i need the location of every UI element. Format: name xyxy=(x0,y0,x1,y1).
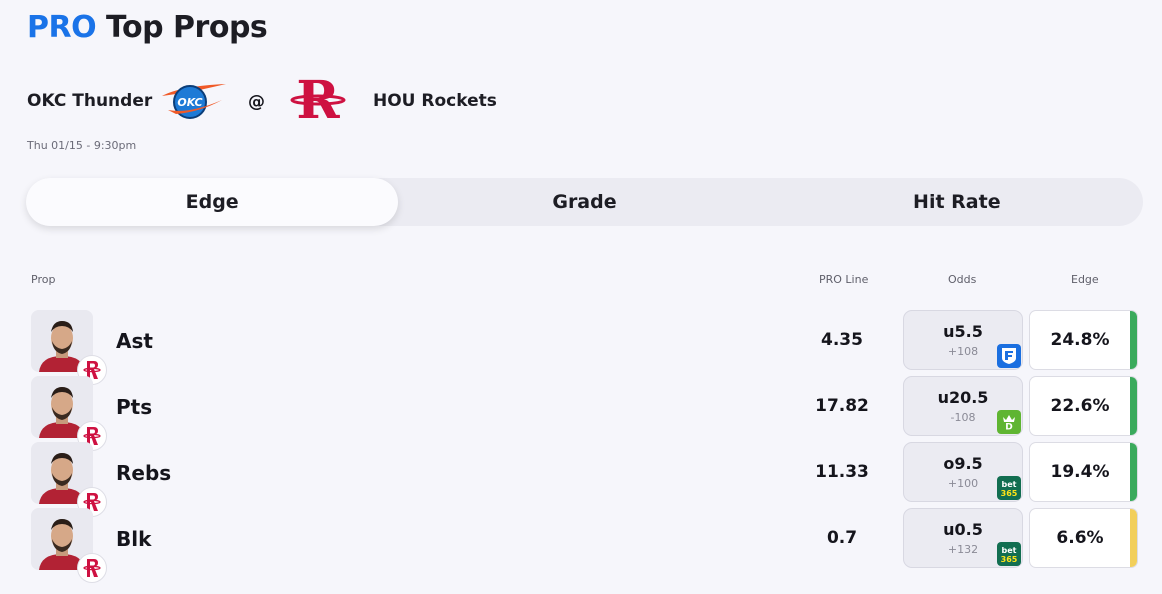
odds-button[interactable]: u20.5 -108 D xyxy=(903,376,1023,436)
table-row[interactable]: Ast 4.35 u5.5 +108 24.8% xyxy=(0,310,1162,385)
edge-cell: 24.8% xyxy=(1029,310,1138,370)
prop-stat-label: Pts xyxy=(116,395,153,419)
svg-text:bet: bet xyxy=(1002,480,1017,489)
edge-cell: 22.6% xyxy=(1029,376,1138,436)
table-row[interactable]: Pts 17.82 u20.5 -108 D 22.6% xyxy=(0,376,1162,451)
svg-text:D: D xyxy=(1005,423,1012,432)
odds-button[interactable]: u0.5 +132 bet 365 xyxy=(903,508,1023,568)
edge-value: 19.4% xyxy=(1050,462,1110,482)
tab-hit-rate[interactable]: Hit Rate xyxy=(771,178,1143,226)
okc-thunder-logo[interactable]: OKC xyxy=(160,78,228,122)
svg-text:365: 365 xyxy=(1001,555,1018,564)
odds-line: u5.5 xyxy=(943,322,983,341)
pro-label: PRO xyxy=(27,10,97,45)
odds-line: u20.5 xyxy=(937,388,989,407)
svg-text:365: 365 xyxy=(1001,489,1018,498)
column-header-prop: Prop xyxy=(31,273,56,286)
fanduel-icon xyxy=(997,344,1021,368)
matchup: OKC Thunder OKC @ R HOU Rockets xyxy=(27,66,627,136)
odds-button[interactable]: o9.5 +100 bet 365 xyxy=(903,442,1023,502)
prop-stat-label: Ast xyxy=(116,329,153,353)
edge-value: 6.6% xyxy=(1056,528,1104,548)
prop-stat-label: Rebs xyxy=(116,461,172,485)
edge-indicator-bar xyxy=(1130,509,1137,567)
edge-value: 24.8% xyxy=(1050,330,1110,350)
rockets-team-icon xyxy=(77,553,107,583)
edge-cell: 19.4% xyxy=(1029,442,1138,502)
edge-value: 22.6% xyxy=(1050,396,1110,416)
odds-line: u0.5 xyxy=(943,520,983,539)
at-symbol: @ xyxy=(248,92,265,112)
game-datetime: Thu 01/15 - 9:30pm xyxy=(27,139,137,152)
bet365-icon: bet 365 xyxy=(997,542,1021,566)
bet365-icon: bet 365 xyxy=(997,476,1021,500)
pro-line-value: 4.35 xyxy=(821,330,863,350)
home-team-name[interactable]: HOU Rockets xyxy=(373,91,497,111)
page-title: PRO Top Props xyxy=(27,10,268,45)
table-row[interactable]: Rebs 11.33 o9.5 +100 bet 365 19.4% xyxy=(0,442,1162,517)
away-team-name[interactable]: OKC Thunder xyxy=(27,91,152,111)
svg-text:bet: bet xyxy=(1002,546,1017,555)
prop-stat-label: Blk xyxy=(116,527,152,551)
pro-line-value: 11.33 xyxy=(815,462,869,482)
tab-grade[interactable]: Grade xyxy=(398,178,770,226)
hou-logo-text: R xyxy=(296,70,340,131)
edge-indicator-bar xyxy=(1130,311,1137,369)
pro-line-value: 0.7 xyxy=(826,528,858,548)
edge-indicator-bar xyxy=(1130,377,1137,435)
okc-logo-text: OKC xyxy=(177,96,202,109)
edge-indicator-bar xyxy=(1130,443,1137,501)
table-row[interactable]: Blk 0.7 u0.5 +132 bet 365 6.6% xyxy=(0,508,1162,583)
tab-edge[interactable]: Edge xyxy=(26,178,399,226)
column-header-odds: Odds xyxy=(948,273,977,286)
draftkings-icon: D xyxy=(997,410,1021,434)
edge-cell: 6.6% xyxy=(1029,508,1138,568)
column-header-edge: Edge xyxy=(1071,273,1099,286)
column-header-pro-line: PRO Line xyxy=(819,273,869,286)
odds-line: o9.5 xyxy=(943,454,983,473)
pro-line-value: 17.82 xyxy=(815,396,869,416)
odds-button[interactable]: u5.5 +108 xyxy=(903,310,1023,370)
houston-rockets-logo[interactable]: R xyxy=(289,66,347,134)
title-text: Top Props xyxy=(96,10,268,45)
tab-bar: Edge Grade Hit Rate xyxy=(26,178,1143,226)
